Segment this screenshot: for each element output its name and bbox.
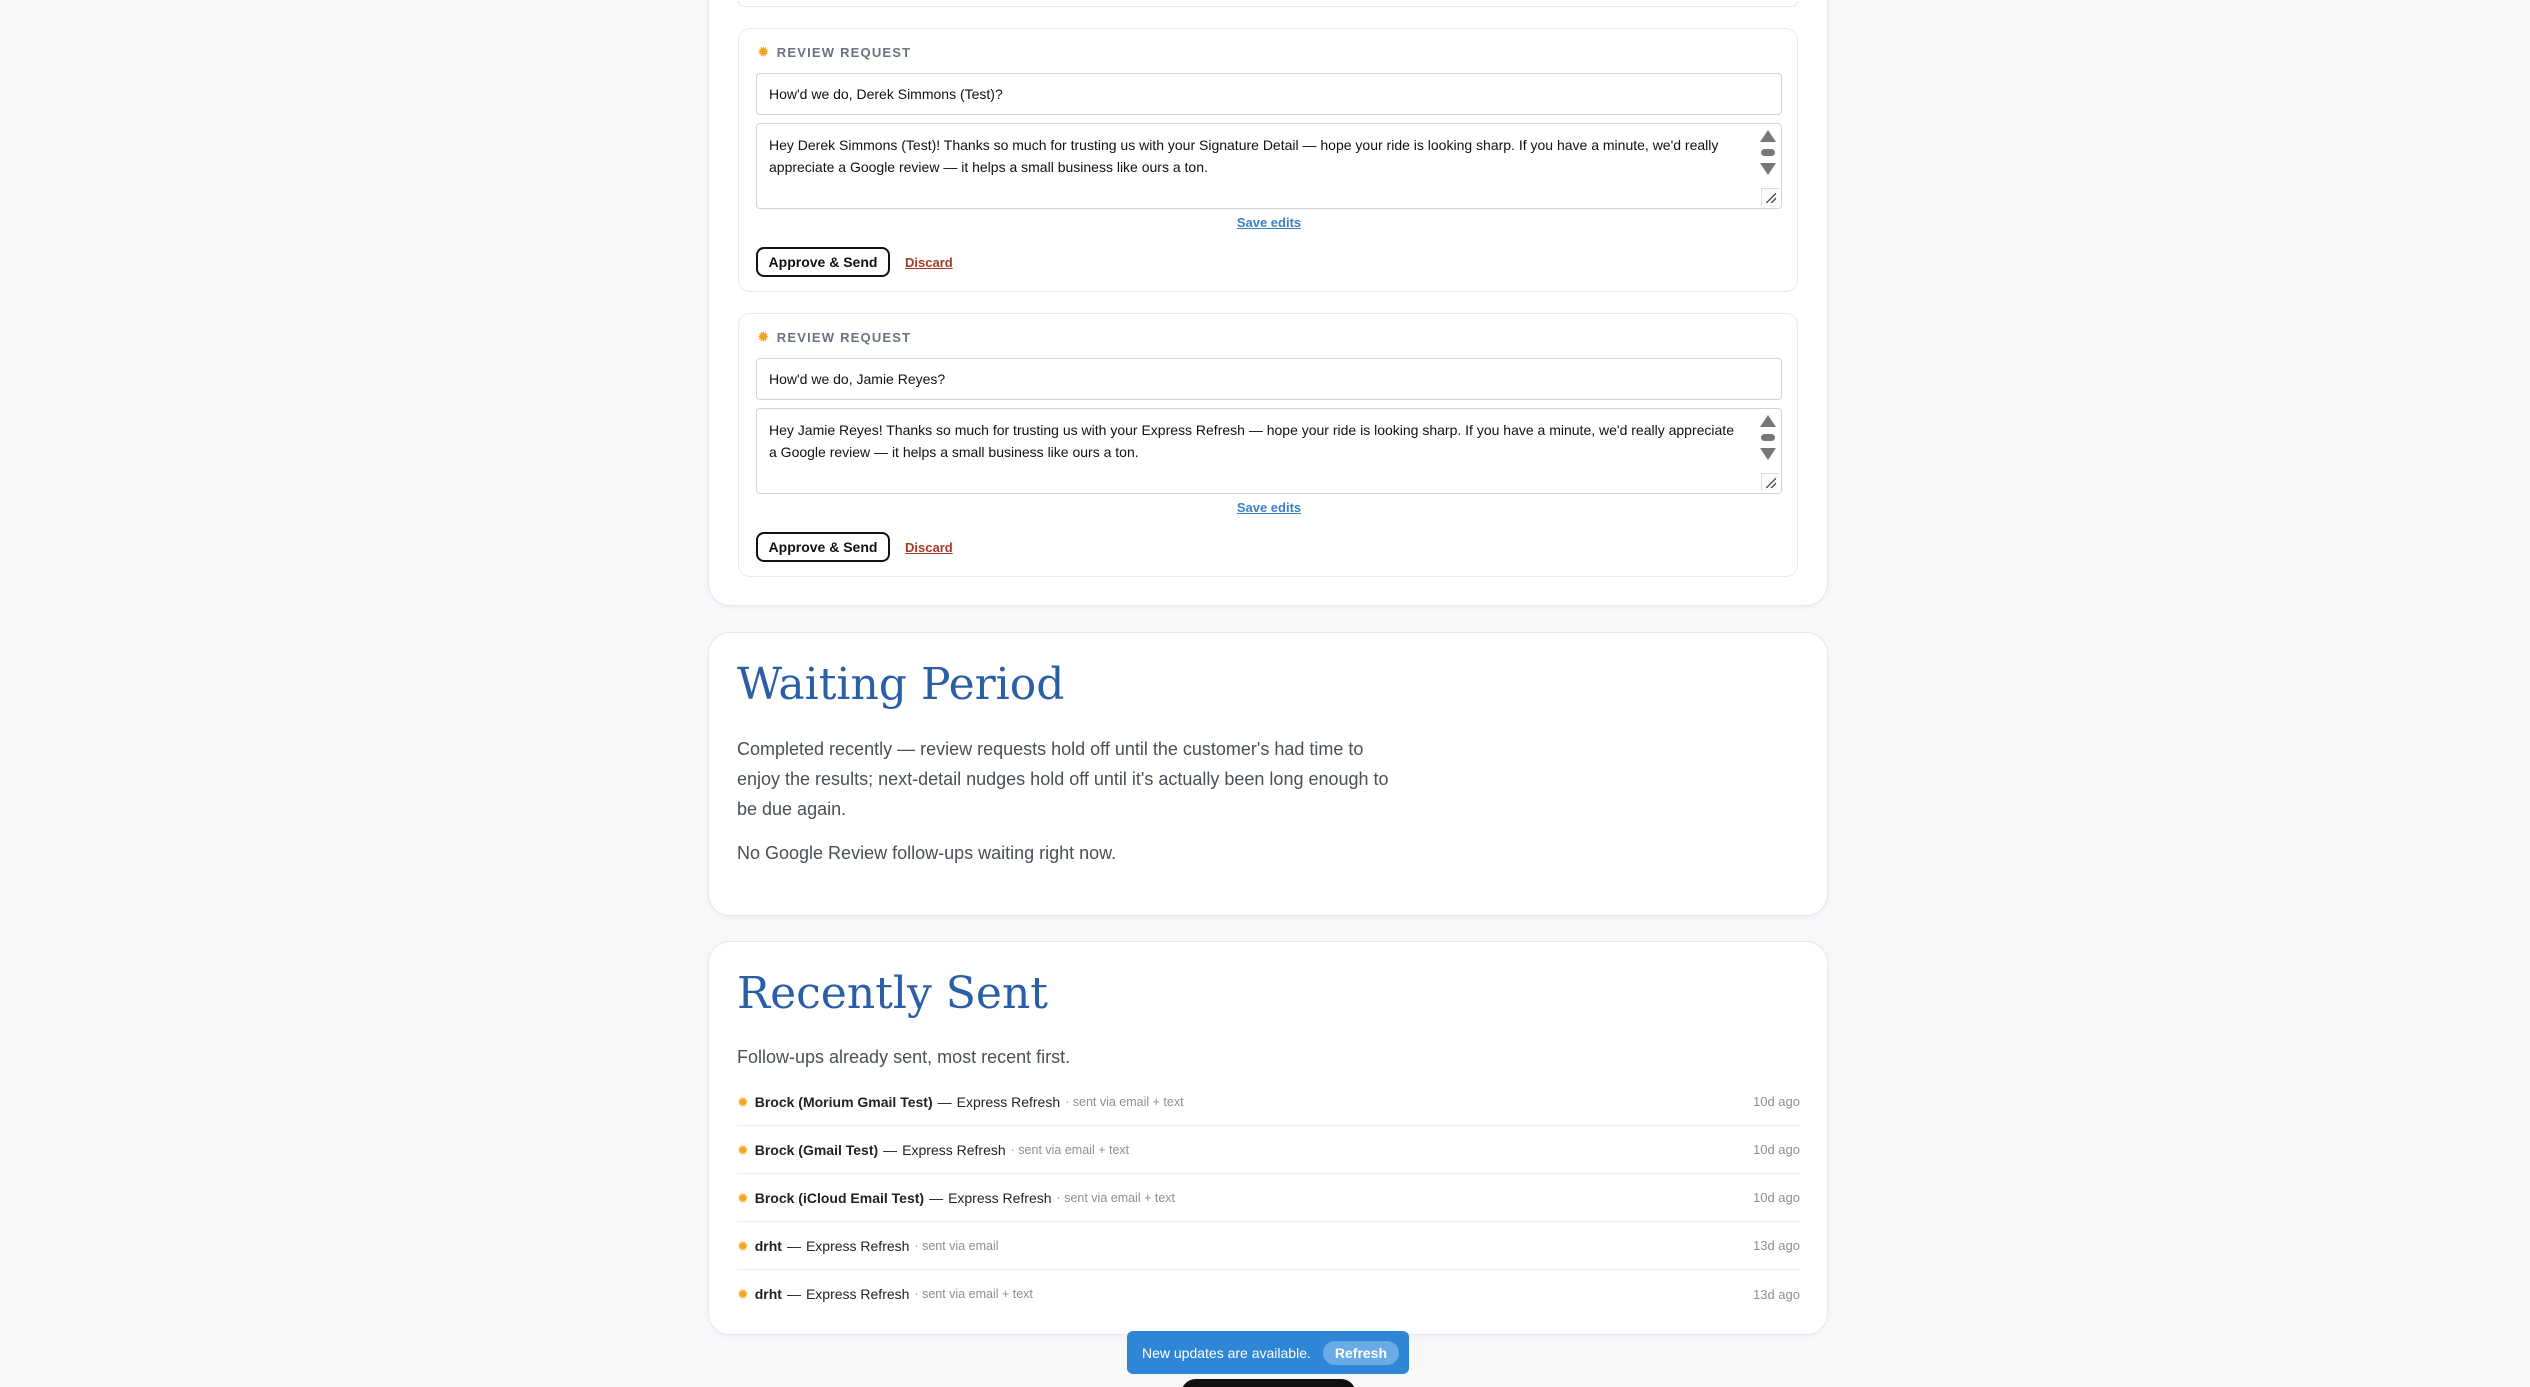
toast-message: New updates are available.	[1142, 1344, 1311, 1361]
scroll-down-arrow-icon[interactable]	[1760, 163, 1776, 175]
sun-star-icon: ✹	[737, 1286, 749, 1302]
request-type-header: ✹ REVIEW REQUEST	[757, 330, 911, 345]
customer-name: Brock (Gmail Test)	[754, 1141, 879, 1158]
request-type-header: ✹ REVIEW REQUEST	[757, 45, 911, 60]
recently-sent-title: Recently Sent	[737, 968, 1048, 1019]
request-type-label: REVIEW REQUEST	[776, 45, 912, 60]
list-item: ✹ drht — Express Refresh · sent via emai…	[737, 1222, 1800, 1270]
request-type-label: REVIEW REQUEST	[776, 330, 912, 345]
approve-send-button[interactable]: Approve & Send	[756, 532, 890, 562]
list-item: ✹ Brock (Morium Gmail Test) — Express Re…	[737, 1078, 1800, 1126]
list-item: ✹ Brock (Gmail Test) — Express Refresh ·…	[737, 1126, 1800, 1174]
sent-time-ago: 10d ago	[1753, 1142, 1800, 1157]
sun-star-icon: ✹	[757, 44, 771, 61]
save-edits-link[interactable]: Save edits	[739, 500, 1799, 515]
resize-handle-icon[interactable]	[1761, 473, 1779, 491]
approve-send-button[interactable]: Approve & Send	[756, 247, 890, 277]
sun-star-icon: ✹	[737, 1093, 749, 1110]
message-body-text: Hey Derek Simmons (Test)! Thanks so much…	[769, 137, 1719, 175]
bottom-floating-pill[interactable]	[1181, 1379, 1356, 1387]
sun-star-icon: ✹	[757, 329, 771, 346]
sun-star-icon: ✹	[737, 1189, 749, 1206]
delivery-channel: sent via email + text	[1064, 1190, 1176, 1205]
save-edits-link[interactable]: Save edits	[739, 215, 1799, 230]
list-item: ✹ Brock (iCloud Email Test) — Express Re…	[737, 1174, 1800, 1222]
message-body-textarea[interactable]: Hey Jamie Reyes! Thanks so much for trus…	[756, 408, 1782, 494]
delivery-channel: sent via email	[922, 1238, 999, 1253]
resize-handle-icon[interactable]	[1761, 188, 1779, 206]
delivery-channel: sent via email + text	[1018, 1142, 1130, 1157]
discard-link[interactable]: Discard	[905, 540, 953, 555]
customer-name: Brock (iCloud Email Test)	[754, 1189, 925, 1206]
subject-input[interactable]	[756, 73, 1782, 115]
waiting-period-empty-message: No Google Review follow-ups waiting righ…	[737, 843, 1117, 863]
customer-name: Brock (Morium Gmail Test)	[754, 1093, 933, 1110]
scroll-thumb[interactable]	[1761, 434, 1775, 441]
sun-star-icon: ✹	[737, 1237, 749, 1254]
waiting-period-title: Waiting Period	[737, 659, 1065, 710]
sun-star-icon: ✹	[737, 1141, 749, 1158]
service-name: Express Refresh	[805, 1286, 910, 1302]
sent-time-ago: 13d ago	[1753, 1286, 1800, 1302]
previous-request-card	[738, 1, 1798, 7]
delivery-channel: sent via email + text	[1072, 1094, 1184, 1109]
review-request-card: ✹ REVIEW REQUEST Hey Derek Simmons (Test…	[738, 28, 1798, 292]
scroll-up-arrow-icon[interactable]	[1760, 415, 1776, 427]
sent-time-ago: 13d ago	[1753, 1238, 1800, 1253]
customer-name: drht	[754, 1286, 782, 1302]
recently-sent-description: Follow-ups already sent, most recent fir…	[737, 1047, 1071, 1067]
scroll-down-arrow-icon[interactable]	[1760, 448, 1776, 460]
update-toast: New updates are available. Refresh	[1127, 1331, 1409, 1374]
sent-time-ago: 10d ago	[1753, 1094, 1800, 1109]
service-name: Express Refresh	[805, 1237, 910, 1254]
list-item: ✹ drht — Express Refresh · sent via emai…	[737, 1286, 1800, 1302]
message-body-textarea[interactable]: Hey Derek Simmons (Test)! Thanks so much…	[756, 123, 1782, 209]
subject-input[interactable]	[756, 358, 1782, 400]
waiting-period-card: Waiting Period Completed recently — revi…	[708, 632, 1828, 916]
scroll-up-arrow-icon[interactable]	[1760, 130, 1776, 142]
discard-link[interactable]: Discard	[905, 255, 953, 270]
review-queue-card: ✹ REVIEW REQUEST Hey Derek Simmons (Test…	[708, 0, 1828, 606]
sent-time-ago: 10d ago	[1753, 1190, 1800, 1205]
sent-list: ✹ Brock (Morium Gmail Test) — Express Re…	[737, 1078, 1800, 1318]
service-name: Express Refresh	[902, 1141, 1006, 1158]
service-name: Express Refresh	[948, 1189, 1052, 1206]
delivery-channel: sent via email + text	[922, 1287, 1033, 1301]
message-body-text: Hey Jamie Reyes! Thanks so much for trus…	[769, 422, 1734, 460]
review-request-card: ✹ REVIEW REQUEST Hey Jamie Reyes! Thanks…	[738, 313, 1798, 577]
customer-name: drht	[754, 1237, 782, 1254]
refresh-button[interactable]: Refresh	[1322, 1340, 1400, 1365]
service-name: Express Refresh	[956, 1093, 1061, 1110]
scroll-thumb[interactable]	[1761, 149, 1775, 156]
recently-sent-card: Recently Sent Follow-ups already sent, m…	[708, 941, 1828, 1335]
waiting-period-description: Completed recently — review requests hol…	[737, 739, 1389, 819]
